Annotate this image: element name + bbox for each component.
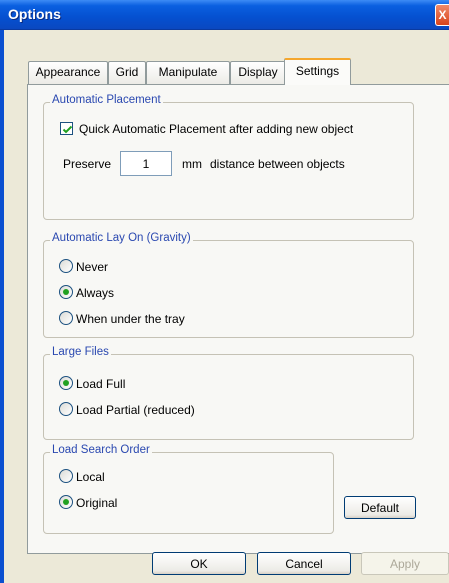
default-button[interactable]: Default: [344, 496, 416, 519]
radio-local-label: Local: [76, 470, 105, 484]
quick-placement-checkbox[interactable]: [60, 122, 73, 135]
checkmark-icon: [62, 125, 73, 134]
radio-load-full-label: Load Full: [76, 377, 126, 391]
radio-load-full[interactable]: [59, 376, 73, 390]
large-files-legend: Large Files: [50, 346, 111, 358]
radio-load-partial[interactable]: [59, 402, 73, 416]
radio-never[interactable]: [59, 259, 73, 273]
radio-always[interactable]: [59, 285, 73, 299]
close-icon: X: [438, 8, 447, 22]
quick-placement-label: Quick Automatic Placement after adding n…: [79, 122, 354, 136]
radio-load-partial-label: Load Partial (reduced): [76, 403, 195, 417]
lay-on-legend: Automatic Lay On (Gravity): [50, 232, 193, 244]
tab-display[interactable]: Display: [230, 61, 286, 84]
load-search-order-legend: Load Search Order: [50, 444, 152, 456]
tab-appearance[interactable]: Appearance: [28, 61, 108, 84]
radio-always-label: Always: [76, 286, 115, 300]
unit-label: mm: [182, 157, 202, 171]
tab-grid[interactable]: Grid: [108, 61, 146, 84]
window-title: Options: [8, 6, 61, 22]
ok-button[interactable]: OK: [152, 552, 246, 575]
radio-when-under-tray[interactable]: [59, 311, 73, 325]
radio-original[interactable]: [59, 495, 73, 509]
tab-manipulate[interactable]: Manipulate: [146, 61, 230, 84]
cancel-button[interactable]: Cancel: [257, 552, 351, 575]
large-files-group: Large Files Load Full Load Partial (redu…: [43, 346, 414, 440]
radio-when-under-tray-label: When under the tray: [76, 312, 185, 326]
tab-settings[interactable]: Settings: [284, 58, 351, 85]
lay-on-group: Automatic Lay On (Gravity) Never Always …: [43, 232, 414, 338]
preserve-label: Preserve: [63, 157, 112, 171]
radio-local[interactable]: [59, 469, 73, 483]
radio-original-label: Original: [76, 496, 118, 510]
apply-button[interactable]: Apply: [361, 552, 449, 575]
automatic-placement-group: Automatic Placement Quick Automatic Plac…: [43, 94, 414, 220]
window-frame-left: [0, 30, 4, 583]
radio-never-label: Never: [76, 260, 109, 274]
distance-label: distance between objects: [210, 157, 345, 171]
title-bar[interactable]: Options X: [0, 0, 449, 30]
load-search-order-group: Load Search Order Local Original: [43, 444, 334, 534]
preserve-distance-input[interactable]: [120, 151, 172, 176]
settings-panel: Automatic Placement Quick Automatic Plac…: [27, 84, 449, 554]
close-button[interactable]: X: [435, 4, 449, 26]
automatic-placement-legend: Automatic Placement: [50, 94, 163, 106]
